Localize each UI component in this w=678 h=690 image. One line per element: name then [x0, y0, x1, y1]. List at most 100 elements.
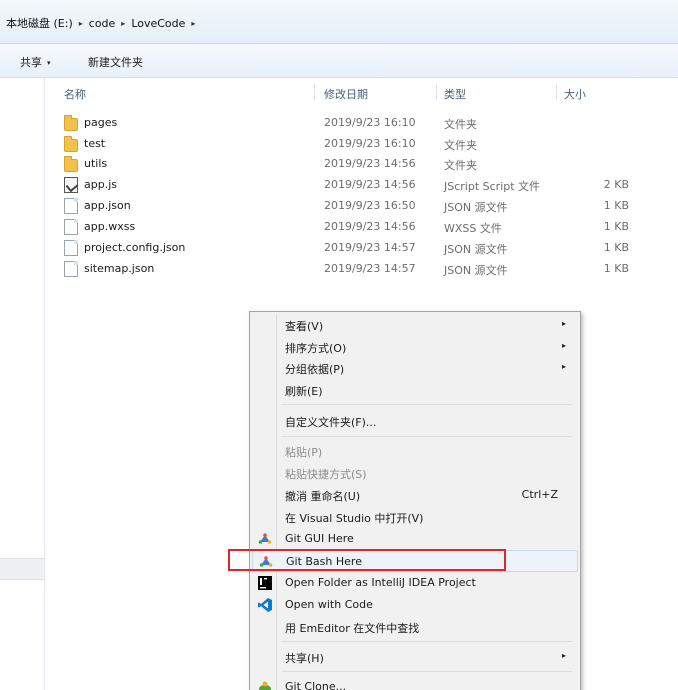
file-date: 2019/9/23 16:10 [324, 116, 416, 129]
column-divider[interactable] [314, 84, 315, 100]
file-size: 1 KB [603, 241, 629, 254]
menu-item-git-clone[interactable]: Git Clone... [252, 676, 578, 690]
menu-item-label: 粘贴(P) [285, 446, 323, 459]
menu-item-open-with-code[interactable]: Open with Code [252, 594, 578, 616]
column-header-size[interactable]: 大小 [564, 86, 586, 102]
menu-item-label: 在 Visual Studio 中打开(V) [285, 512, 424, 525]
file-date: 2019/9/23 16:10 [324, 137, 416, 150]
column-divider[interactable] [436, 84, 437, 100]
breadcrumb: 本地磁盘 (E:) ▸ code ▸ LoveCode ▸ [0, 14, 195, 32]
column-header-date[interactable]: 修改日期 [324, 86, 368, 102]
vscode-icon [258, 598, 272, 612]
file-icon [64, 261, 78, 277]
share-button[interactable]: 共享 ▾ [20, 54, 51, 70]
file-row[interactable]: test 2019/9/23 16:10 文件夹 [0, 134, 678, 155]
menu-separator [281, 641, 572, 642]
breadcrumb-separator-icon[interactable]: ▸ [191, 19, 195, 28]
menu-item-emeditor-find[interactable]: 用 EmEditor 在文件中查找 [252, 616, 578, 638]
file-type: WXSS 文件 [444, 222, 502, 235]
menu-item-open-in-visual-studio[interactable]: 在 Visual Studio 中打开(V) [252, 506, 578, 528]
menu-item-customize-folder[interactable]: 自定义文件夹(F)... [252, 410, 578, 432]
file-icon [64, 240, 78, 256]
submenu-arrow-icon: ▸ [561, 362, 566, 371]
menu-item-label: 自定义文件夹(F)... [285, 416, 377, 429]
menu-item-label: 共享(H) [285, 652, 324, 665]
menu-item-label: 排序方式(O) [285, 342, 347, 355]
menu-item-group-by[interactable]: 分组依据(P) ▸ [252, 357, 578, 379]
file-size: 1 KB [603, 220, 629, 233]
file-date: 2019/9/23 14:57 [324, 262, 416, 275]
file-size: 2 KB [603, 178, 629, 191]
breadcrumb-item-lovecode[interactable]: LoveCode [125, 17, 191, 30]
menu-item-undo-rename[interactable]: 撤消 重命名(U) Ctrl+Z [252, 484, 578, 506]
command-bar: 共享 ▾ 新建文件夹 [0, 44, 678, 78]
file-icon [64, 198, 78, 214]
navigation-selected-item[interactable] [0, 558, 44, 580]
submenu-arrow-icon: ▸ [561, 341, 566, 350]
jscript-file-icon [64, 177, 78, 193]
menu-item-label: 分组依据(P) [285, 363, 345, 376]
file-date: 2019/9/23 14:57 [324, 241, 416, 254]
menu-item-refresh[interactable]: 刷新(E) [252, 379, 578, 401]
menu-item-paste-shortcut[interactable]: 粘贴快捷方式(S) [252, 462, 578, 484]
menu-item-label: 查看(V) [285, 320, 324, 333]
file-type: 文件夹 [444, 159, 477, 172]
folder-icon [64, 136, 78, 152]
menu-item-view[interactable]: 查看(V) ▸ [252, 314, 578, 336]
address-bar[interactable]: 本地磁盘 (E:) ▸ code ▸ LoveCode ▸ [0, 0, 678, 44]
file-row[interactable]: app.wxss 2019/9/23 14:56 WXSS 文件 1 KB [0, 217, 678, 238]
menu-item-git-gui-here[interactable]: Git GUI Here [252, 528, 578, 550]
file-row[interactable]: utils 2019/9/23 14:56 文件夹 [0, 154, 678, 175]
menu-item-label: Open Folder as IntelliJ IDEA Project [285, 576, 476, 589]
submenu-arrow-icon: ▸ [561, 651, 566, 660]
file-row[interactable]: app.js 2019/9/23 14:56 JScript Script 文件… [0, 175, 678, 196]
menu-item-label: Open with Code [285, 598, 373, 611]
intellij-icon [258, 576, 272, 590]
file-date: 2019/9/23 14:56 [324, 178, 416, 191]
file-name: sitemap.json [84, 262, 155, 275]
menu-item-label: Git Clone... [285, 680, 347, 690]
column-divider[interactable] [556, 84, 557, 100]
submenu-arrow-icon: ▸ [561, 319, 566, 328]
menu-item-label: 用 EmEditor 在文件中查找 [285, 622, 420, 635]
column-headers: 名称 修改日期 类型 大小 [0, 84, 678, 104]
file-size: 1 KB [603, 199, 629, 212]
menu-item-label: 刷新(E) [285, 385, 323, 398]
highlight-annotation-box [228, 549, 506, 571]
file-size: 1 KB [603, 262, 629, 275]
menu-item-label: 粘贴快捷方式(S) [285, 468, 367, 481]
new-folder-button[interactable]: 新建文件夹 [88, 54, 143, 70]
file-type: JScript Script 文件 [444, 180, 541, 193]
menu-item-paste[interactable]: 粘贴(P) [252, 440, 578, 462]
menu-item-share[interactable]: 共享(H) ▸ [252, 646, 578, 668]
folder-icon [64, 115, 78, 131]
file-row[interactable]: project.config.json 2019/9/23 14:57 JSON… [0, 238, 678, 259]
file-name: app.json [84, 199, 131, 212]
share-label: 共享 [20, 56, 42, 69]
file-row[interactable]: sitemap.json 2019/9/23 14:57 JSON 源文件 1 … [0, 259, 678, 280]
git-gui-icon [258, 533, 272, 544]
breadcrumb-item-drive[interactable]: 本地磁盘 (E:) [0, 15, 79, 31]
menu-item-open-intellij[interactable]: Open Folder as IntelliJ IDEA Project [252, 572, 578, 594]
file-type: JSON 源文件 [444, 201, 508, 214]
tortoisegit-icon [259, 681, 271, 690]
file-type: JSON 源文件 [444, 264, 508, 277]
file-name: test [84, 137, 106, 150]
file-date: 2019/9/23 14:56 [324, 220, 416, 233]
menu-separator [281, 404, 572, 405]
column-header-type[interactable]: 类型 [444, 86, 466, 102]
menu-item-label: Git GUI Here [285, 532, 354, 545]
file-name: project.config.json [84, 241, 186, 254]
file-type: 文件夹 [444, 118, 477, 131]
file-name: utils [84, 157, 108, 170]
column-header-name[interactable]: 名称 [64, 86, 86, 102]
menu-separator [281, 436, 572, 437]
file-icon [64, 219, 78, 235]
file-row[interactable]: app.json 2019/9/23 16:50 JSON 源文件 1 KB [0, 196, 678, 217]
file-row[interactable]: pages 2019/9/23 16:10 文件夹 [0, 113, 678, 134]
file-type: 文件夹 [444, 139, 477, 152]
menu-item-shortcut: Ctrl+Z [521, 488, 558, 501]
menu-item-sort-by[interactable]: 排序方式(O) ▸ [252, 336, 578, 358]
breadcrumb-item-code[interactable]: code [83, 17, 122, 30]
file-name: pages [84, 116, 118, 129]
